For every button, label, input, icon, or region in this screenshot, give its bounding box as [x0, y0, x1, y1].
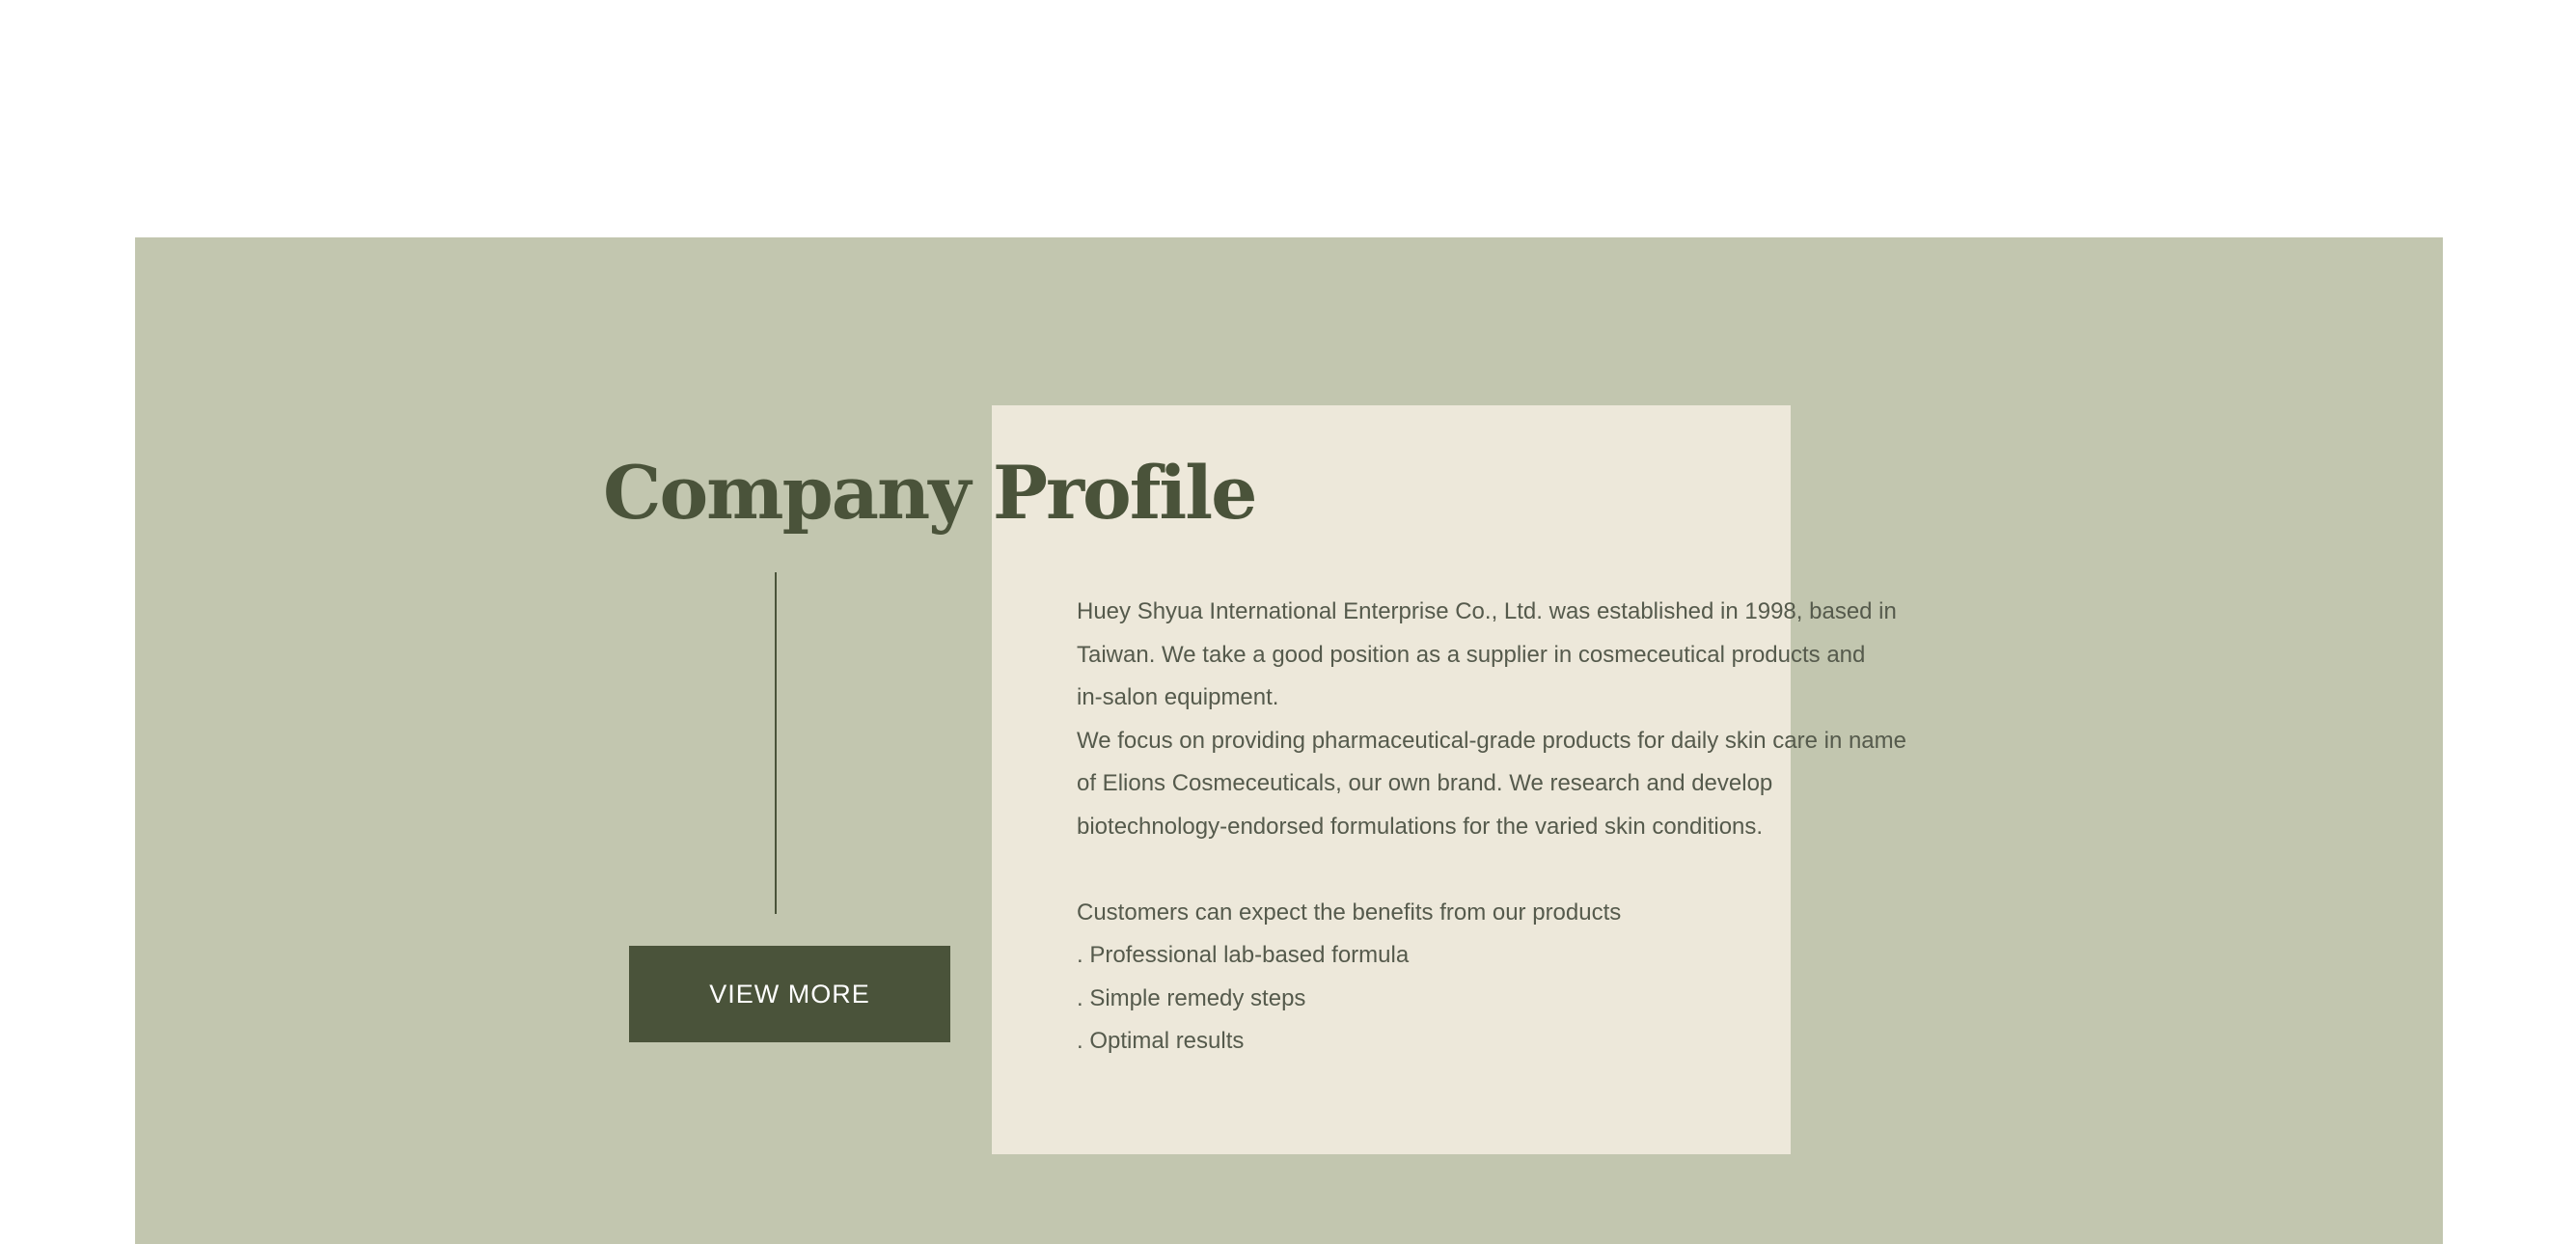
paragraph-line: of Elions Cosmeceuticals, our own brand.… [1077, 770, 1773, 796]
benefit-item: . Simple remedy steps [1077, 984, 1306, 1011]
paragraph-line: Taiwan. We take a good position as a sup… [1077, 641, 1866, 668]
benefits-heading: Customers can expect the benefits from o… [1077, 898, 1622, 926]
paragraph-line: biotechnology-endorsed formulations for … [1077, 813, 1764, 840]
vertical-divider [775, 572, 777, 914]
company-profile-section: Company Profile VIEW MORE Huey Shyua Int… [135, 237, 2443, 1244]
benefit-item: . Optimal results [1077, 1028, 1245, 1054]
benefit-item: . Professional lab-based formula [1077, 942, 1410, 968]
paragraph-line: We focus on providing pharmaceutical-gra… [1077, 727, 1906, 754]
view-more-button[interactable]: VIEW MORE [629, 946, 950, 1042]
company-description: Huey Shyua International Enterprise Co.,… [1077, 591, 2051, 1064]
page-title: Company Profile [603, 450, 1258, 536]
paragraph-line: Huey Shyua International Enterprise Co.,… [1077, 598, 1897, 624]
paragraph-line: in-salon equipment. [1077, 684, 1279, 710]
